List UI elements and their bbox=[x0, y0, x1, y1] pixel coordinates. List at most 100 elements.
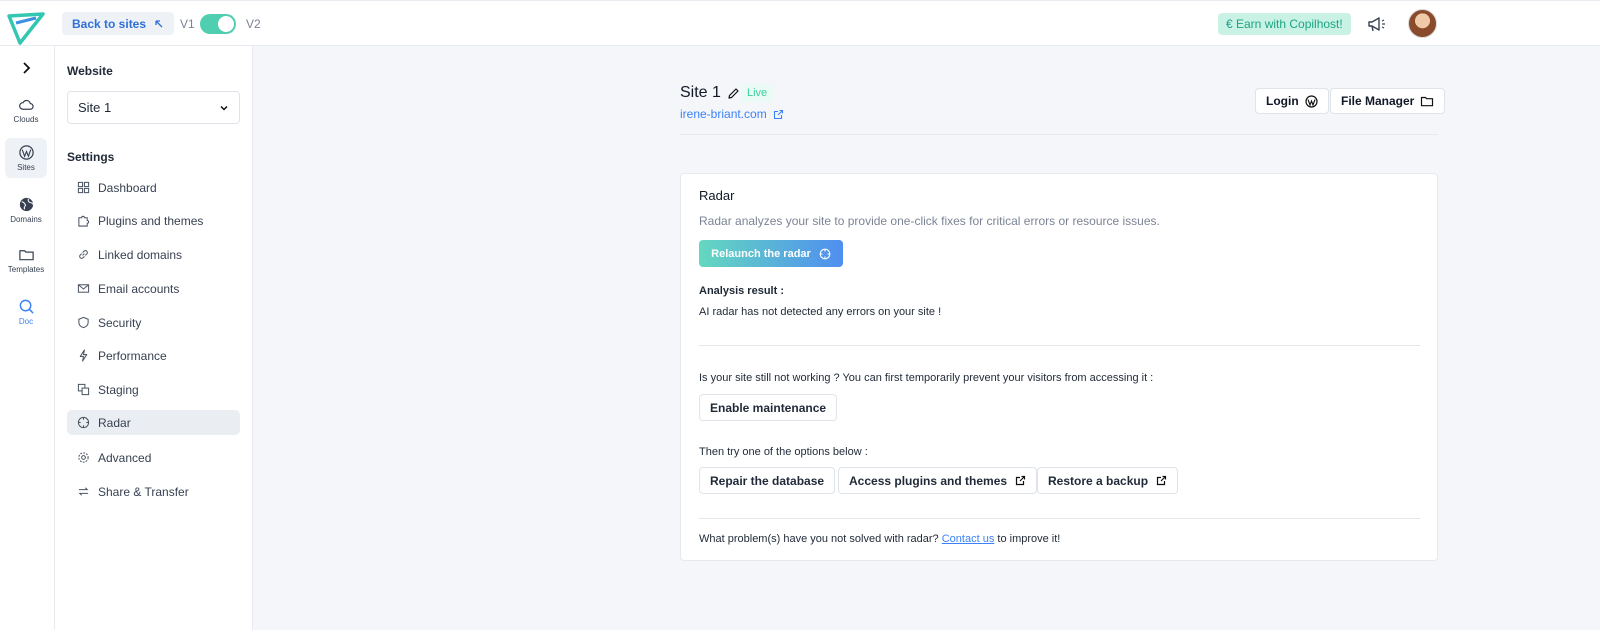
maintenance-question: Is your site still not working ? You can… bbox=[699, 372, 1154, 384]
settings-panel: Website Site 1 Settings Dashboard Plugin… bbox=[55, 46, 253, 630]
sidebar-item-advanced[interactable]: Advanced bbox=[67, 445, 240, 470]
dashboard-icon bbox=[77, 181, 90, 194]
access-plugins-button[interactable]: Access plugins and themes bbox=[838, 467, 1038, 494]
enable-maintenance-label: Enable maintenance bbox=[710, 400, 827, 415]
rail-label: Domains bbox=[10, 215, 42, 224]
site-select-value: Site 1 bbox=[78, 100, 112, 115]
sidebar-item-label: Share & Transfer bbox=[98, 484, 189, 499]
search-icon bbox=[19, 299, 34, 314]
chevron-down-icon bbox=[220, 105, 228, 111]
sidebar-item-performance[interactable]: Performance bbox=[67, 343, 240, 368]
repair-database-button[interactable]: Repair the database bbox=[699, 467, 836, 494]
website-heading: Website bbox=[67, 64, 113, 78]
sidebar-item-security[interactable]: Security bbox=[67, 310, 240, 335]
sidebar-item-label: Staging bbox=[98, 382, 139, 397]
login-label: Login bbox=[1266, 94, 1299, 108]
card-divider bbox=[699, 518, 1420, 519]
top-bar: Back to sites V1 V2 € Earn with Copilhos… bbox=[0, 0, 1600, 46]
sidebar-item-plugins[interactable]: Plugins and themes bbox=[67, 208, 240, 233]
pencil-icon[interactable] bbox=[727, 87, 740, 100]
sidebar-item-email-accounts[interactable]: Email accounts bbox=[67, 276, 240, 301]
enable-maintenance-button[interactable]: Enable maintenance bbox=[699, 394, 838, 421]
v1-label: V1 bbox=[180, 17, 195, 31]
contact-us-link[interactable]: Contact us bbox=[942, 533, 995, 545]
sidebar-item-dashboard[interactable]: Dashboard bbox=[67, 175, 240, 200]
external-link-icon bbox=[1015, 475, 1026, 486]
sidebar-item-label: Advanced bbox=[98, 450, 152, 465]
external-link-icon bbox=[1156, 475, 1167, 486]
feedback-text: What problem(s) have you not solved with… bbox=[699, 533, 1060, 545]
sidebar-item-label: Linked domains bbox=[98, 247, 183, 262]
rail-item-sites[interactable]: Sites bbox=[5, 138, 47, 178]
wordpress-icon bbox=[1305, 94, 1318, 108]
analysis-result-text: AI radar has not detected any errors on … bbox=[699, 306, 942, 318]
header-divider bbox=[680, 134, 1438, 135]
feedback-suffix: to improve it! bbox=[997, 533, 1061, 545]
site-url: irene-briant.com bbox=[680, 107, 767, 121]
back-to-sites-button[interactable]: Back to sites bbox=[62, 12, 175, 35]
relaunch-label: Relaunch the radar bbox=[711, 247, 811, 260]
relaunch-radar-button[interactable]: Relaunch the radar bbox=[699, 240, 843, 267]
sidebar-item-staging[interactable]: Staging bbox=[67, 377, 240, 402]
bolt-icon bbox=[79, 349, 88, 362]
copy-icon bbox=[77, 383, 90, 396]
sidebar-item-share-transfer[interactable]: Share & Transfer bbox=[67, 479, 240, 504]
megaphone-icon[interactable] bbox=[1366, 13, 1388, 35]
back-to-sites-label: Back to sites bbox=[72, 16, 147, 31]
rail-label: Doc bbox=[18, 317, 34, 326]
site-url-link[interactable]: irene-briant.com bbox=[680, 107, 784, 121]
file-manager-label: File Manager bbox=[1341, 94, 1415, 108]
sidebar-item-linked-domains[interactable]: Linked domains bbox=[67, 242, 240, 267]
mail-icon bbox=[77, 284, 90, 293]
rail-label: Clouds bbox=[13, 115, 39, 124]
rail-item-domains[interactable]: Domains bbox=[5, 190, 47, 230]
sidebar-item-label: Radar bbox=[98, 415, 131, 430]
feedback-prefix: What problem(s) have you not solved with… bbox=[699, 533, 939, 545]
earn-button[interactable]: € Earn with Copilhost! bbox=[1218, 13, 1351, 35]
rail-item-doc[interactable]: Doc bbox=[5, 292, 47, 332]
file-manager-button[interactable]: File Manager bbox=[1330, 88, 1446, 114]
arrow-up-left-icon bbox=[155, 19, 163, 27]
sidebar-item-label: Email accounts bbox=[98, 281, 180, 296]
user-avatar[interactable] bbox=[1408, 9, 1437, 38]
gear-icon bbox=[78, 452, 89, 463]
card-divider bbox=[699, 345, 1420, 346]
site-select[interactable]: Site 1 bbox=[67, 91, 240, 124]
site-name: Site 1 bbox=[680, 84, 721, 101]
sidebar-item-label: Plugins and themes bbox=[98, 213, 204, 228]
radar-icon bbox=[77, 416, 90, 429]
transfer-icon bbox=[78, 487, 89, 496]
chevron-right-icon[interactable] bbox=[18, 60, 34, 76]
rail-item-templates[interactable]: Templates bbox=[5, 240, 47, 280]
external-link-icon bbox=[773, 109, 783, 119]
radar-description: Radar analyzes your site to provide one-… bbox=[699, 214, 1160, 228]
sidebar-item-label: Dashboard bbox=[98, 180, 157, 195]
copilhost-logo[interactable] bbox=[6, 11, 46, 47]
rail-item-clouds[interactable]: Clouds bbox=[5, 90, 47, 130]
version-toggle[interactable] bbox=[200, 14, 236, 34]
radar-title: Radar bbox=[699, 188, 735, 203]
folder-icon bbox=[18, 250, 34, 261]
shield-icon bbox=[78, 316, 89, 329]
access-plugins-label: Access plugins and themes bbox=[849, 473, 1008, 488]
puzzle-icon bbox=[78, 215, 90, 227]
site-title: Site 1 bbox=[680, 84, 740, 102]
analysis-result-heading: Analysis result : bbox=[699, 285, 784, 297]
radar-card: Radar Radar analyzes your site to provid… bbox=[680, 173, 1438, 561]
login-button[interactable]: Login bbox=[1255, 88, 1329, 114]
icon-rail: Clouds Sites Domains Templates Doc bbox=[0, 46, 55, 630]
status-badge: Live bbox=[741, 84, 774, 102]
sidebar-item-label: Security bbox=[98, 315, 142, 330]
options-text: Then try one of the options below : bbox=[699, 446, 868, 458]
cloud-icon bbox=[18, 99, 34, 110]
link-icon bbox=[79, 250, 88, 259]
radar-icon bbox=[819, 248, 831, 259]
restore-backup-label: Restore a backup bbox=[1048, 473, 1149, 488]
rail-label: Sites bbox=[17, 163, 35, 172]
restore-backup-button[interactable]: Restore a backup bbox=[1037, 467, 1179, 494]
globe-icon bbox=[19, 197, 34, 212]
sidebar-item-label: Performance bbox=[98, 348, 167, 363]
folder-icon bbox=[1421, 96, 1434, 106]
wordpress-icon bbox=[18, 145, 34, 160]
sidebar-item-radar[interactable]: Radar bbox=[67, 410, 240, 435]
